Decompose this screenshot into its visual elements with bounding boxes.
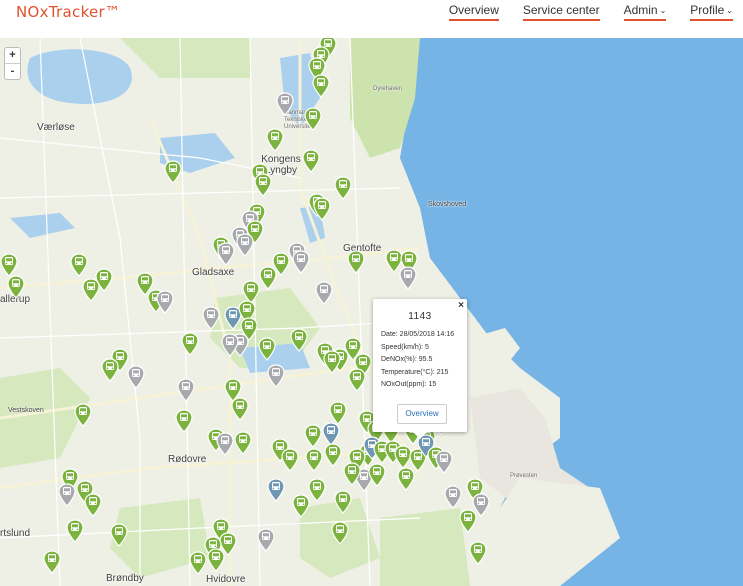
zoom-in-button[interactable]: +	[5, 48, 20, 63]
bus-marker-icon[interactable]	[82, 278, 100, 302]
bus-marker-icon[interactable]	[234, 431, 252, 455]
bus-marker-icon[interactable]	[368, 463, 386, 487]
bus-marker-icon[interactable]	[281, 448, 299, 472]
bus-marker-icon[interactable]	[313, 197, 331, 221]
bus-marker-icon[interactable]	[101, 358, 119, 382]
bus-marker-icon[interactable]	[302, 149, 320, 173]
bus-marker-icon[interactable]	[315, 281, 333, 305]
popup-title: 1143	[408, 311, 432, 322]
bus-marker-icon[interactable]	[175, 409, 193, 433]
vehicle-popup: × 1143 Date: 28/05/2018 14:16 Speed(km/h…	[373, 299, 467, 439]
bus-marker-icon[interactable]	[110, 523, 128, 547]
bus-marker-icon[interactable]	[397, 467, 415, 491]
bus-marker-icon[interactable]	[334, 490, 352, 514]
bus-marker-icon[interactable]	[164, 160, 182, 184]
map-base-layer	[0, 38, 743, 586]
bus-marker-icon[interactable]	[331, 521, 349, 545]
close-icon[interactable]: ×	[458, 300, 464, 311]
bus-marker-icon[interactable]	[459, 509, 477, 533]
bus-marker-icon[interactable]	[257, 528, 275, 552]
nav-profile-label: Profile	[690, 3, 725, 17]
bus-marker-icon[interactable]	[304, 424, 322, 448]
main-nav: Overview Service center Admin ⌄ Profile ⌄	[425, 3, 733, 21]
bus-marker-icon[interactable]	[469, 541, 487, 565]
top-navbar: NOxTracker™ Overview Service center Admi…	[0, 0, 743, 38]
bus-marker-icon[interactable]	[334, 176, 352, 200]
popup-denox: DeNOx(%): 95.5	[381, 356, 433, 364]
bus-marker-icon[interactable]	[181, 332, 199, 356]
bus-marker-icon[interactable]	[435, 450, 453, 474]
map-view[interactable]: + - Værløse Gladsaxe Kongens Lyngby Gent…	[0, 38, 743, 586]
bus-marker-icon[interactable]	[267, 364, 285, 388]
bus-marker-icon[interactable]	[70, 253, 88, 277]
popup-speed: Speed(km/h): 5	[381, 343, 429, 351]
nav-profile[interactable]: Profile ⌄	[690, 3, 733, 21]
bus-marker-icon[interactable]	[7, 275, 25, 299]
nav-overview[interactable]: Overview	[448, 3, 499, 21]
bus-marker-icon[interactable]	[189, 551, 207, 575]
popup-overview-button[interactable]: Overview	[397, 404, 447, 424]
bus-marker-icon[interactable]	[266, 128, 284, 152]
bus-marker-icon[interactable]	[202, 306, 220, 330]
bus-marker-icon[interactable]	[267, 478, 285, 502]
bus-marker-icon[interactable]	[259, 266, 277, 290]
bus-marker-icon[interactable]	[231, 397, 249, 421]
nav-service-center[interactable]: Service center	[522, 3, 600, 21]
popup-noxout: NOxOut(ppm): 15	[381, 381, 437, 389]
zoom-control: + -	[4, 47, 21, 80]
bus-marker-icon[interactable]	[84, 493, 102, 517]
chevron-down-icon: ⌄	[659, 6, 667, 15]
bus-marker-icon[interactable]	[236, 233, 254, 257]
bus-marker-icon[interactable]	[127, 365, 145, 389]
bus-marker-icon[interactable]	[43, 550, 61, 574]
brand-logo[interactable]: NOxTracker™	[16, 3, 120, 21]
bus-marker-icon[interactable]	[304, 107, 322, 131]
bus-marker-icon[interactable]	[221, 333, 239, 357]
bus-marker-icon[interactable]	[324, 443, 342, 467]
popup-temperature: Temperature(°C): 215	[381, 368, 449, 376]
bus-marker-icon[interactable]	[217, 242, 235, 266]
nav-admin[interactable]: Admin ⌄	[623, 3, 667, 21]
bus-marker-icon[interactable]	[258, 337, 276, 361]
bus-marker-icon[interactable]	[343, 462, 361, 486]
bus-marker-icon[interactable]	[305, 448, 323, 472]
bus-marker-icon[interactable]	[399, 266, 417, 290]
bus-marker-icon[interactable]	[177, 378, 195, 402]
bus-marker-icon[interactable]	[347, 250, 365, 274]
zoom-out-button[interactable]: -	[5, 63, 20, 79]
bus-marker-icon[interactable]	[276, 92, 294, 116]
bus-marker-icon[interactable]	[308, 478, 326, 502]
bus-marker-icon[interactable]	[58, 483, 76, 507]
bus-marker-icon[interactable]	[348, 368, 366, 392]
bus-marker-icon[interactable]	[216, 432, 234, 456]
nav-admin-label: Admin	[623, 3, 658, 17]
bus-marker-icon[interactable]	[207, 548, 225, 572]
bus-marker-icon[interactable]	[290, 328, 308, 352]
popup-details: Date: 28/05/2018 14:16 Speed(km/h): 5 De…	[381, 329, 467, 392]
bus-marker-icon[interactable]	[323, 350, 341, 374]
bus-marker-icon[interactable]	[156, 290, 174, 314]
bus-marker-icon[interactable]	[444, 485, 462, 509]
bus-marker-icon[interactable]	[292, 250, 310, 274]
bus-marker-icon[interactable]	[66, 519, 84, 543]
chevron-down-icon: ⌄	[726, 6, 733, 15]
bus-marker-icon[interactable]	[312, 74, 330, 98]
bus-marker-icon[interactable]	[0, 253, 18, 277]
popup-date: Date: 28/05/2018 14:16	[381, 331, 455, 338]
bus-marker-icon[interactable]	[254, 173, 272, 197]
bus-marker-icon[interactable]	[74, 403, 92, 427]
